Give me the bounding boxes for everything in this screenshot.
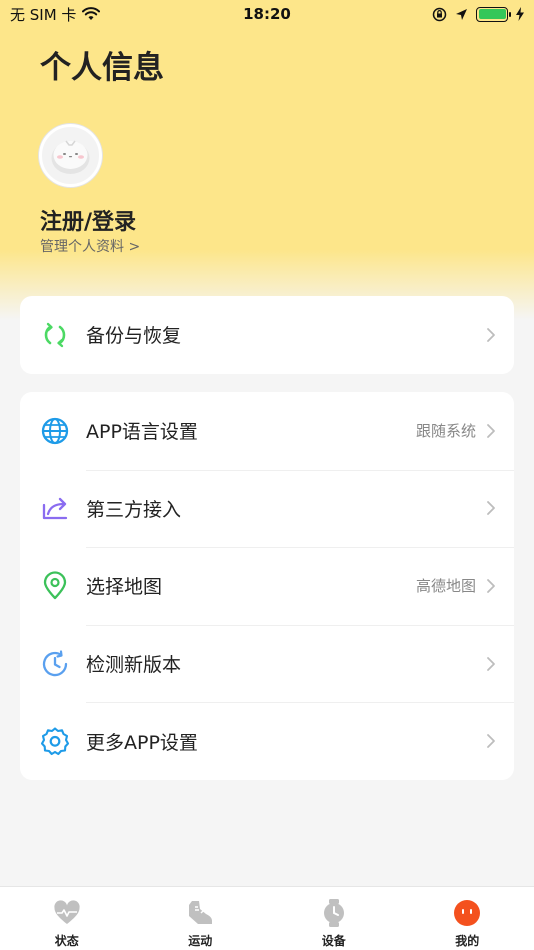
status-right [432,6,524,22]
tab-status-label: 状态 [54,934,79,948]
status-bar: 无 SIM 卡 18:20 [0,0,534,28]
manage-profile-link[interactable]: 管理个人资料 > [40,236,140,256]
share-icon [40,493,70,523]
check-update-label: 检测新版本 [86,654,182,677]
location-pin-icon [40,571,70,601]
avatar-face-icon [51,140,90,174]
carrier-label: 无 SIM 卡 [10,5,77,24]
chevron-right-icon [487,501,495,516]
globe-icon [40,416,70,446]
backup-restore-label: 备份与恢复 [86,325,182,348]
avatar[interactable] [39,124,102,187]
orientation-lock-icon [432,7,447,21]
watch-icon [319,898,349,928]
location-arrow-icon [456,8,467,20]
sync-icon [40,320,70,350]
language-label: APP语言设置 [86,421,198,444]
third-party-label: 第三方接入 [86,498,182,521]
settings-item-more-settings[interactable]: 更多APP设置 [20,702,514,780]
chevron-right-icon [487,579,495,593]
settings-item-language[interactable]: APP语言设置 跟随系统 [20,392,514,470]
battery-level [478,9,506,19]
shoe-icon [185,898,215,928]
tab-status[interactable]: 状态 [0,887,134,950]
tab-sport-label: 运动 [188,934,213,948]
page-title: 个人信息 [40,50,164,86]
profile-face-icon [452,898,482,928]
settings-card: APP语言设置 跟随系统 第三方接入 选择地图 高德地图 检测新版本 更多APP… [20,392,514,780]
backup-restore-row[interactable]: 备份与恢复 [20,296,514,374]
tab-device[interactable]: 设备 [267,887,401,950]
chevron-right-icon [487,327,495,342]
tab-bar: 状态 运动 设备 我的 [0,886,534,950]
tab-device-label: 设备 [321,934,346,948]
gear-icon [40,726,70,756]
backup-card: 备份与恢复 [20,296,514,374]
tab-sport[interactable]: 运动 [134,887,268,950]
heart-icon [52,898,82,928]
more-settings-label: 更多APP设置 [86,731,198,754]
language-value: 跟随系统 [415,422,476,441]
tab-mine[interactable]: 我的 [401,887,534,950]
settings-item-check-update[interactable]: 检测新版本 [20,624,514,703]
map-label: 选择地图 [86,576,163,599]
chevron-right-icon [487,734,495,749]
status-left: 无 SIM 卡 [10,4,101,25]
login-register-link[interactable]: 注册/登录 [40,204,136,236]
chevron-right-icon [487,656,495,671]
clock-refresh-icon [40,649,70,679]
battery-icon [476,6,511,22]
map-value: 高德地图 [415,577,476,596]
settings-item-third-party[interactable]: 第三方接入 [20,469,514,548]
charging-bolt-icon [516,7,524,21]
settings-item-map[interactable]: 选择地图 高德地图 [20,547,514,625]
wifi-icon [82,7,101,20]
tab-mine-label: 我的 [455,934,480,948]
chevron-right-icon [487,423,495,438]
